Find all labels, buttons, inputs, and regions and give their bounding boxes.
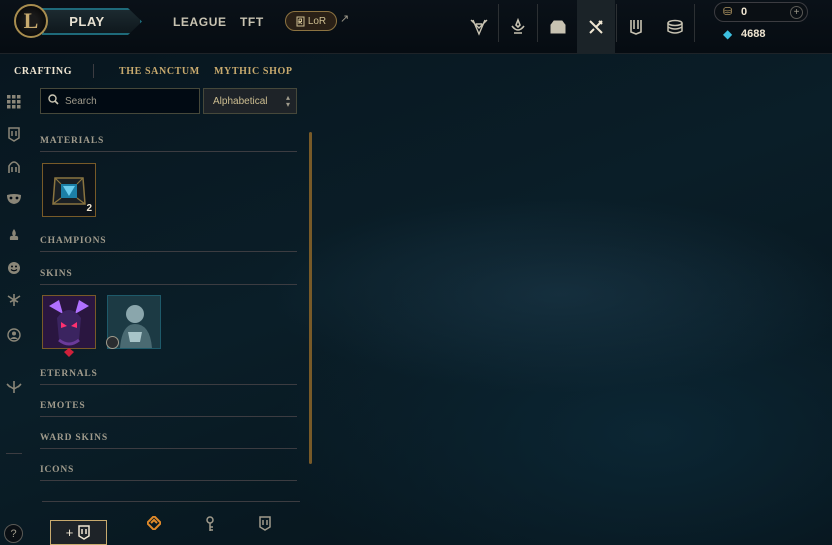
orange-essence-icon <box>142 514 166 533</box>
icons-category-icon[interactable] <box>5 326 23 344</box>
buy-rp-button[interactable]: + <box>790 6 803 19</box>
sort-dropdown[interactable]: Alphabetical ▴ ▾ <box>203 88 297 114</box>
section-emotes[interactable]: EMOTES <box>40 401 297 417</box>
lor-icon <box>296 16 305 26</box>
play-button[interactable]: PLAY <box>42 8 142 35</box>
skin-shard-art <box>43 296 95 348</box>
rp-icon: ⛁ <box>723 6 733 18</box>
crafting-icon[interactable] <box>577 0 615 54</box>
panel-scrollbar[interactable] <box>309 132 312 464</box>
subnav-separator <box>93 64 94 78</box>
blue-essence-value: 4688 <box>741 28 766 40</box>
rp-value: 0 <box>741 6 748 18</box>
section-ward-skins[interactable]: WARD SKINS <box>40 433 297 449</box>
tab-mythic-shop[interactable]: MYTHIC SHOP <box>214 66 293 77</box>
external-link-icon: ↗ <box>340 13 350 25</box>
ward-skins-icon[interactable] <box>5 291 23 309</box>
key-icon <box>198 516 222 535</box>
skins-icon[interactable] <box>5 190 23 208</box>
search-box[interactable] <box>40 88 200 114</box>
nav-tft[interactable]: TFT <box>240 15 264 29</box>
section-skins[interactable]: SKINS <box>40 269 297 285</box>
collection-icon[interactable] <box>617 0 655 54</box>
bottom-divider <box>42 501 300 502</box>
help-button[interactable]: ? <box>4 524 23 543</box>
chest-icon <box>78 525 91 540</box>
sort-caret-icon: ▴ ▾ <box>285 93 290 109</box>
lor-button[interactable]: LoR <box>285 11 337 31</box>
rarity-gem-icon <box>62 344 76 357</box>
top-bar: PLAY L LEAGUE TFT LoR ↗ ⛁ 0 + ◆ 4688 <box>0 0 832 54</box>
nav-league[interactable]: LEAGUE <box>173 15 227 29</box>
section-materials[interactable]: MATERIALS <box>40 136 297 152</box>
tab-crafting[interactable]: CRAFTING <box>14 66 72 77</box>
section-icons[interactable]: ICONS <box>40 465 297 481</box>
material-tile-chest[interactable]: 2 <box>42 163 96 217</box>
emotes-icon[interactable] <box>5 259 23 277</box>
skin-shard-tile[interactable] <box>106 295 161 349</box>
loot-icon[interactable] <box>539 0 577 54</box>
section-eternals[interactable]: ETERNALS <box>40 369 297 385</box>
other-loot-icon[interactable] <box>5 378 23 396</box>
add-key-fragment-button[interactable]: + <box>50 520 107 545</box>
logo-glyph: L <box>23 8 39 33</box>
store-icon[interactable] <box>656 0 694 54</box>
topbar-separator <box>694 4 695 42</box>
search-icon <box>48 94 59 108</box>
search-input[interactable] <box>65 95 185 107</box>
worlds-icon[interactable] <box>460 0 498 54</box>
materials-icon[interactable] <box>5 125 23 143</box>
rp-wallet[interactable]: ⛁ 0 + <box>714 2 808 22</box>
all-items-icon[interactable] <box>5 93 23 111</box>
play-label: PLAY <box>69 14 105 29</box>
champions-icon[interactable] <box>5 158 23 176</box>
league-logo[interactable]: L <box>14 4 48 38</box>
rail-divider <box>6 453 22 454</box>
chest-count-icon <box>253 516 277 534</box>
sort-label: Alphabetical <box>213 95 268 107</box>
material-count: 2 <box>86 203 92 214</box>
eternals-icon[interactable] <box>5 226 23 244</box>
honor-icon[interactable] <box>499 0 537 54</box>
tab-the-sanctum[interactable]: THE SANCTUM <box>119 66 200 77</box>
lor-label: LoR <box>307 15 327 27</box>
section-champions[interactable]: CHAMPIONS <box>40 236 297 252</box>
category-rail <box>0 88 30 545</box>
plus-icon: + <box>65 525 74 540</box>
skin-shard-tile[interactable] <box>42 295 96 357</box>
rarity-badge-icon <box>106 336 119 349</box>
blue-essence-icon: ◆ <box>723 27 733 41</box>
topbar-separator <box>537 4 538 42</box>
